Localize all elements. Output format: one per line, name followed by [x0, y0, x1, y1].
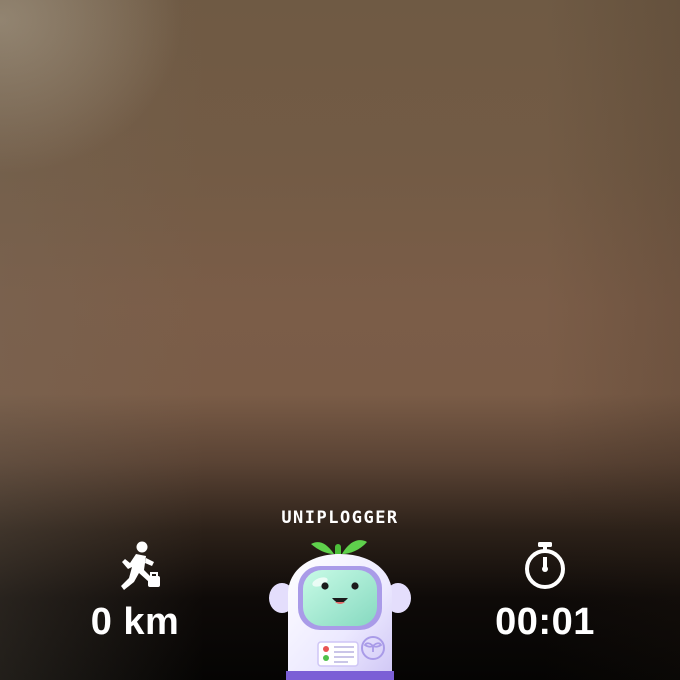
running-with-bag-icon [121, 541, 160, 590]
brand-label: UNIPLOGGER [281, 508, 399, 528]
time-stat: 00:01 [455, 540, 635, 644]
time-value: 00:01 [495, 601, 595, 643]
distance-stat: 0 km [45, 540, 225, 644]
stopwatch-icon [525, 542, 565, 589]
distance-value: 0 km [90, 601, 180, 643]
robot-mascot-icon[interactable] [268, 528, 412, 680]
